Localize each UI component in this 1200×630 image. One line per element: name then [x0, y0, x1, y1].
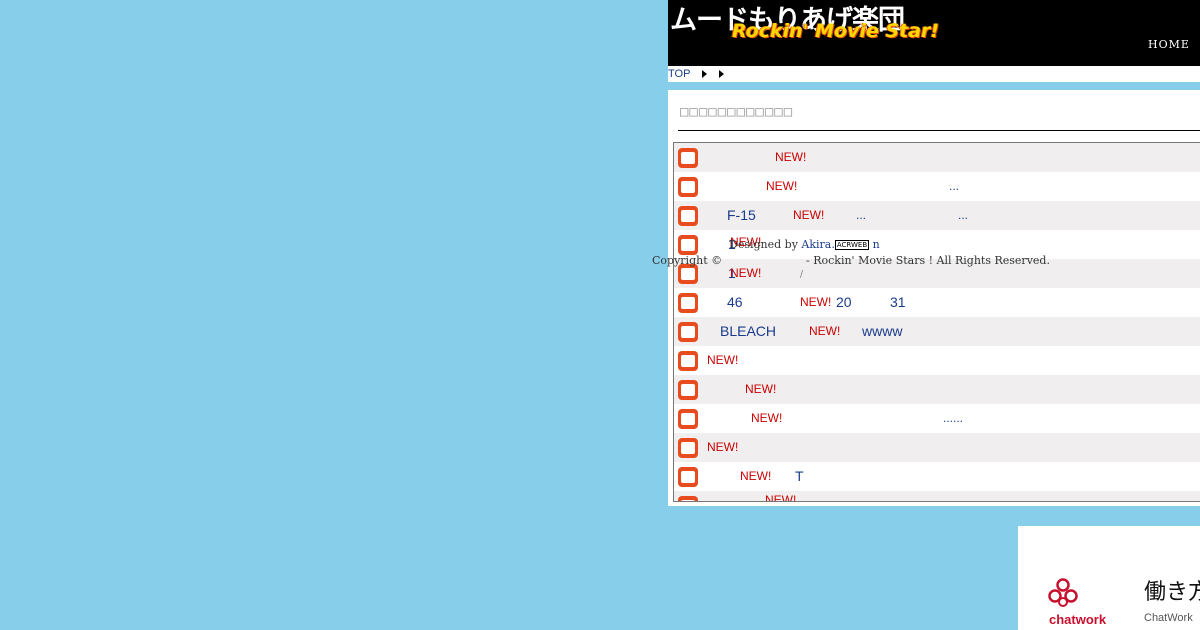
- breadcrumb-arrow-icon: [702, 70, 707, 78]
- new-badge: NEW!: [775, 150, 807, 164]
- new-badge: NEW!: [793, 208, 825, 222]
- item-title-text[interactable]: BLEACH: [720, 317, 776, 346]
- list-item[interactable]: BLEACH NEW! wwww: [674, 317, 1200, 346]
- new-badge: NEW!: [809, 324, 841, 338]
- site-container: ムードもりあげ楽団 Rockin' Movie Star! HOME TOP □…: [668, 0, 1200, 506]
- panel-divider: [678, 130, 1200, 131]
- list-item[interactable]: NEW! ......: [674, 404, 1200, 433]
- new-badge: NEW!: [765, 493, 797, 502]
- star-icon: [678, 322, 698, 342]
- list-item[interactable]: NEW! ...: [674, 172, 1200, 201]
- list-item[interactable]: NEW!: [674, 433, 1200, 462]
- item-count-text: 20: [836, 294, 852, 310]
- news-icon: [678, 206, 698, 226]
- news-icon: [678, 467, 698, 487]
- list-item[interactable]: NEW!: [674, 375, 1200, 404]
- acrweb-badge[interactable]: ACRWEB: [834, 240, 870, 250]
- panel-title: □□□□□□□□□□□□: [680, 104, 794, 120]
- ad-subtext: ChatWork: [1144, 612, 1193, 624]
- item-comment-text: wwww: [862, 323, 903, 339]
- item-title-text[interactable]: F-15: [727, 201, 756, 230]
- designer-link[interactable]: Akira.: [801, 238, 834, 251]
- chatwork-logo-icon: [1048, 578, 1078, 607]
- designer-credit: Designed by Akira. ACRWEB n: [729, 238, 880, 251]
- rights-text: - Rockin' Movie Stars ! All Rights Reser…: [806, 254, 1050, 267]
- list-item[interactable]: F-15 NEW! ... ...: [674, 201, 1200, 230]
- item-comment-text: ...: [856, 208, 867, 222]
- list-item[interactable]: NEW!: [674, 491, 1200, 501]
- new-badge: NEW!: [707, 353, 739, 367]
- list-item[interactable]: NEW!: [674, 143, 1200, 172]
- breadcrumb-top-link[interactable]: TOP: [668, 66, 690, 82]
- cat-face-icon: [678, 264, 698, 284]
- item-comment-text: ...: [949, 179, 960, 193]
- nav-home-link[interactable]: HOME: [1148, 38, 1200, 51]
- content-panel: □□□□□□□□□□□□ NEW! NEW! ... F-15 NEW! ...…: [668, 90, 1200, 506]
- designer-suffix-link[interactable]: n: [873, 238, 880, 251]
- news-icon: [678, 496, 698, 501]
- breadcrumb-arrow-icon: [719, 70, 724, 78]
- news-icon: [678, 409, 698, 429]
- item-title-text[interactable]: 46: [727, 288, 743, 317]
- new-badge: NEW!: [745, 382, 777, 396]
- copyright-label: Copyright ©: [652, 254, 723, 267]
- breadcrumb: TOP: [668, 66, 1200, 82]
- list-item[interactable]: NEW!: [674, 346, 1200, 375]
- footer-separator: /: [800, 270, 804, 280]
- list-item[interactable]: NEW! T: [674, 462, 1200, 491]
- chatwork-ad[interactable]: chatwork 働き方 ChatWork: [1018, 526, 1200, 630]
- designed-by-label: Designed by: [729, 238, 798, 251]
- new-badge: NEW!: [707, 440, 739, 454]
- list-item[interactable]: 46 NEW! 20 31: [674, 288, 1200, 317]
- new-badge: NEW!: [730, 266, 762, 280]
- ad-brand-name: chatwork: [1049, 612, 1107, 627]
- item-comment-text: ...: [958, 208, 969, 222]
- new-badge: NEW!: [766, 179, 798, 193]
- home-icon: [678, 351, 698, 371]
- cat-face-icon: [678, 148, 698, 168]
- site-header: ムードもりあげ楽団 Rockin' Movie Star! HOME: [668, 0, 1200, 66]
- game-icon: [678, 380, 698, 400]
- post-list[interactable]: NEW! NEW! ... F-15 NEW! ... ... 1 NEW! 1…: [673, 142, 1200, 502]
- new-badge: NEW!: [800, 295, 832, 309]
- star-icon: [678, 293, 698, 313]
- cat-face-icon: [678, 235, 698, 255]
- item-count-text: 31: [890, 294, 906, 310]
- site-logo-english[interactable]: Rockin' Movie Star!: [732, 20, 939, 42]
- star-icon: [678, 438, 698, 458]
- item-comment-text: ......: [943, 411, 964, 425]
- new-badge: NEW!: [751, 411, 783, 425]
- ad-headline: 働き方: [1144, 580, 1200, 605]
- news-icon: [678, 177, 698, 197]
